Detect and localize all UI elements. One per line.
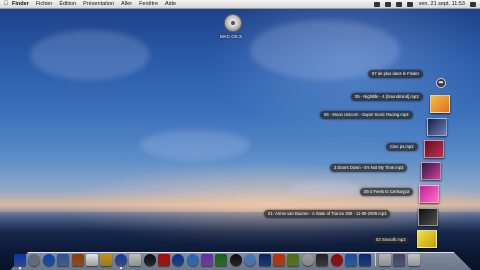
timemachine-icon[interactable]	[373, 1, 380, 7]
spotlight-icon[interactable]	[470, 1, 476, 7]
wifi-icon[interactable]	[395, 1, 402, 7]
menu-file[interactable]: Fichier	[36, 1, 53, 7]
album-art-thumbnail[interactable]	[418, 208, 438, 226]
address-book-icon[interactable]	[71, 254, 84, 266]
app-icon[interactable]	[301, 254, 314, 266]
apple-menu-icon[interactable]: 	[0, 1, 12, 7]
menu-edit[interactable]: Édition	[59, 1, 76, 7]
app-icon[interactable]	[215, 254, 228, 266]
dock-separator	[374, 252, 376, 266]
album-art-thumbnail[interactable]	[430, 95, 450, 113]
app-icon[interactable]	[359, 254, 372, 266]
menubar-clock[interactable]: ven. 21 sept. 11:53	[419, 1, 465, 7]
album-art-thumbnail[interactable]	[419, 185, 439, 203]
app-icon[interactable]	[244, 254, 257, 266]
album-art-thumbnail[interactable]	[424, 140, 444, 158]
hard-drive-label: MAC OS X	[219, 34, 242, 39]
hard-drive-desktop-icon[interactable]: MAC OS X	[220, 14, 244, 44]
camera-icon[interactable]	[143, 254, 156, 266]
stack-item-label[interactable]: 06 - Moon Unicorn - Super Sonic Racing.m…	[320, 111, 413, 119]
documents-stack-icon[interactable]	[393, 254, 406, 266]
menu-view[interactable]: Présentation	[83, 1, 114, 7]
app-icon[interactable]	[201, 254, 214, 266]
app-icon[interactable]	[330, 254, 343, 266]
downloads-stack-icon[interactable]	[378, 254, 391, 266]
ical-icon[interactable]	[85, 254, 98, 266]
preview-icon[interactable]	[129, 254, 142, 266]
system-icon[interactable]	[172, 254, 185, 266]
notes-icon[interactable]	[100, 254, 113, 266]
app-icon[interactable]	[287, 254, 300, 266]
cloud	[290, 180, 360, 196]
menu-finder[interactable]: Finder	[12, 1, 29, 7]
stack-item-label[interactable]: 3 Doors Down - It's Not My Time.mp3	[330, 164, 408, 172]
app-icon[interactable]	[273, 254, 286, 266]
album-art-thumbnail[interactable]	[427, 118, 447, 136]
stack-item-label[interactable]: 05 - Nightlife - 4 [Soundmind].mp3	[351, 93, 423, 101]
bluetooth-icon[interactable]	[384, 1, 391, 7]
menu-go[interactable]: Aller	[121, 1, 132, 7]
hard-drive-icon	[224, 14, 242, 32]
app-icon[interactable]	[316, 254, 329, 266]
dock	[14, 250, 470, 269]
album-art-thumbnail[interactable]	[421, 162, 441, 180]
menu-window[interactable]: Fenêtre	[139, 1, 158, 7]
menu-help[interactable]: Aide	[165, 1, 176, 7]
trash-icon[interactable]	[407, 254, 420, 266]
app-icon[interactable]	[344, 254, 357, 266]
cloud	[140, 130, 250, 160]
stack-item-label[interactable]: 01- Armin van Buuren - A State of Trance…	[264, 210, 391, 218]
mail-icon[interactable]	[57, 254, 70, 266]
menu-bar:  Finder Fichier Édition Présentation Al…	[0, 0, 480, 9]
app-icon[interactable]	[229, 254, 242, 266]
stack-item-label[interactable]: Cine ps.mp3	[386, 143, 418, 151]
network-icon[interactable]	[186, 254, 199, 266]
photo-booth-icon[interactable]	[157, 254, 170, 266]
cloud	[30, 30, 150, 80]
safari-icon[interactable]	[42, 254, 55, 266]
finder-icon[interactable]	[14, 254, 26, 269]
itunes-icon[interactable]	[114, 254, 127, 269]
stack-item-label[interactable]: 05-2 Feets to Centuryp3	[360, 188, 414, 196]
stack-item-label[interactable]: 03 Smooth.mp3	[372, 236, 410, 244]
dashboard-icon[interactable]	[28, 254, 41, 266]
app-icon[interactable]	[258, 254, 271, 266]
open-in-finder-icon[interactable]: ➦	[436, 78, 446, 88]
stack-open-in-finder[interactable]: 07 de plus dans le Finder	[368, 70, 424, 78]
album-art-thumbnail[interactable]	[417, 230, 437, 248]
volume-icon[interactable]	[406, 1, 413, 7]
